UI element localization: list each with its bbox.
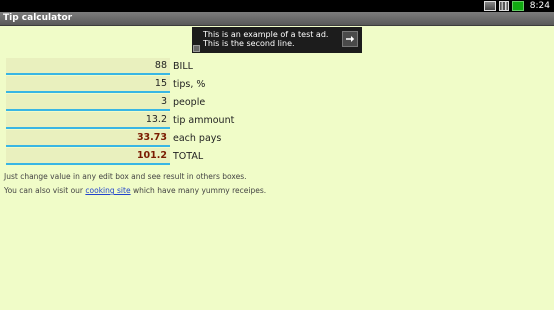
each-pays-input[interactable]: 33.73 <box>6 130 170 147</box>
status-icons: 8:24 <box>483 0 550 12</box>
cooking-site-link[interactable]: cooking site <box>85 186 130 195</box>
ad-info-icon[interactable] <box>193 45 200 52</box>
bill-input[interactable]: 88 <box>6 58 170 75</box>
app-title-bar: Tip calculator <box>0 12 554 26</box>
total-input[interactable]: 101.2 <box>6 148 170 165</box>
status-time: 8:24 <box>529 1 550 11</box>
tips-percent-input[interactable]: 15 <box>6 76 170 93</box>
each-pays-label: each pays <box>173 133 222 144</box>
signal-icon <box>498 1 509 11</box>
row-people: 3 people <box>6 94 306 112</box>
ad-banner[interactable]: This is an example of a test ad. This is… <box>192 27 362 53</box>
app-title: Tip calculator <box>3 13 73 23</box>
tip-amount-label: tip ammount <box>173 115 235 126</box>
row-total: 101.2 TOTAL <box>6 148 306 166</box>
note-prefix: You can also visit our <box>4 186 86 195</box>
ad-text: This is an example of a test ad. This is… <box>203 30 329 48</box>
battery-icon <box>511 1 524 11</box>
row-tips: 15 tips, % <box>6 76 306 94</box>
network-icon <box>483 1 496 11</box>
arrow-right-icon[interactable] <box>342 31 358 47</box>
cooking-site-note: You can also visit our cooking site whic… <box>4 186 266 195</box>
total-label: TOTAL <box>173 151 204 162</box>
note-suffix: which have many yummy receipes. <box>130 186 267 195</box>
people-label: people <box>173 97 206 108</box>
row-tip-amount: 13.2 tip ammount <box>6 112 306 130</box>
bill-label: BILL <box>173 61 193 72</box>
instructions-text: Just change value in any edit box and se… <box>4 172 247 181</box>
tip-amount-input[interactable]: 13.2 <box>6 112 170 129</box>
tips-label: tips, % <box>173 79 206 90</box>
status-bar: 8:24 <box>0 0 554 12</box>
people-input[interactable]: 3 <box>6 94 170 111</box>
row-each-pays: 33.73 each pays <box>6 130 306 148</box>
row-bill: 88 BILL <box>6 58 306 76</box>
